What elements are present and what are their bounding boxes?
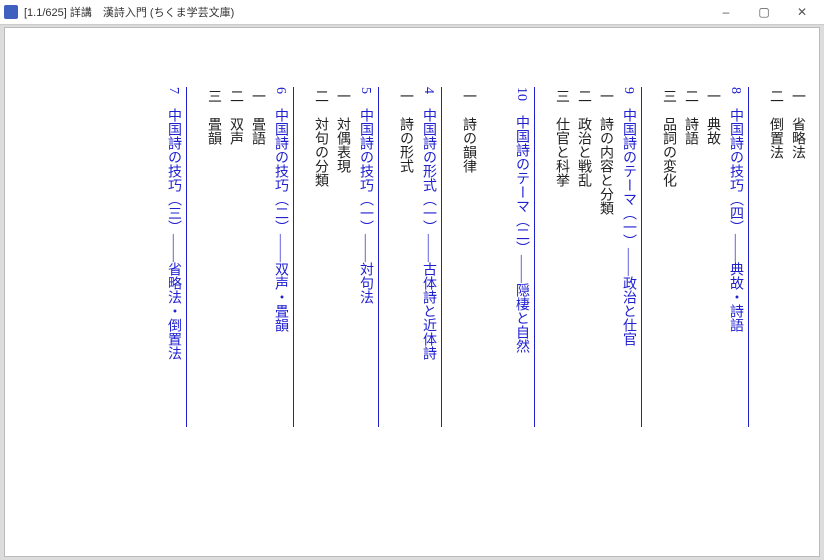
section-number: 7 xyxy=(162,87,184,94)
list-item: 一 省略法 xyxy=(786,87,808,427)
item-label: 詩の形式 xyxy=(398,117,413,173)
close-button[interactable]: ✕ xyxy=(784,2,820,22)
section-heading-6[interactable]: 6 中国詩の技巧（二）――双声・畳韻 xyxy=(269,87,294,427)
window-titlebar: [1.1/625] 詳講 漢詩入門 (ちくま学芸文庫) – ▢ ✕ xyxy=(0,0,824,25)
list-item: 二 政治と戦乱 xyxy=(572,87,594,427)
section-title: 中国詩の技巧（二）――双声・畳韻 xyxy=(273,108,288,332)
list-item: 三 畳韻 xyxy=(202,87,224,427)
list-item: 三 品詞の変化 xyxy=(657,87,679,427)
section-heading-4[interactable]: 4 中国詩の形式（一）――古体詩と近体詩 xyxy=(417,87,442,427)
item-label: 政治と戦乱 xyxy=(576,117,591,187)
section-number: 9 xyxy=(617,87,639,94)
item-number: 二 xyxy=(764,87,786,103)
list-item: 二 詩語 xyxy=(679,87,701,427)
section-heading-8[interactable]: 8 中国詩の技巧（四）――典故・詩語 xyxy=(724,87,749,427)
section-title: 中国詩の技巧（三）――省略法・倒置法 xyxy=(166,108,181,360)
item-number: 二 xyxy=(224,87,246,103)
section-heading-9[interactable]: 9 中国詩のテーマ（一）――政治と仕官 xyxy=(617,87,642,427)
section-title: 中国詩のテーマ（二）――隠棲と自然 xyxy=(514,115,529,353)
list-item: 一 詩の内容と分類 xyxy=(594,87,616,427)
item-number: 一 xyxy=(394,87,416,103)
item-number: 二 xyxy=(572,87,594,103)
item-label: 仕官と科挙 xyxy=(554,117,569,187)
item-label: 詩の内容と分類 xyxy=(598,117,613,215)
list-item: 二 双声 xyxy=(224,87,246,427)
item-label: 畳語 xyxy=(250,117,265,145)
list-item: 一 典故 xyxy=(701,87,723,427)
document-page: 一 省略法 二 倒置法 8 中国詩の技巧（四）――典故・詩語 一 典故 二 詩語… xyxy=(4,27,820,557)
item-number: 二 xyxy=(679,87,701,103)
section-number: 8 xyxy=(724,87,746,94)
item-number: 一 xyxy=(786,87,808,103)
item-label: 双声 xyxy=(228,117,243,145)
section-number: 10 xyxy=(510,87,532,101)
item-label: 対句の分類 xyxy=(313,117,328,187)
item-label: 省略法 xyxy=(790,117,805,159)
section-heading-10[interactable]: 10 中国詩のテーマ（二）――隠棲と自然 xyxy=(510,87,535,427)
section-heading-5[interactable]: 5 中国詩の技巧（一）――対句法 xyxy=(354,87,379,427)
item-number: 一 xyxy=(331,87,353,103)
item-number: 三 xyxy=(202,87,224,103)
list-item: 三 仕官と科挙 xyxy=(550,87,572,427)
section-number: 6 xyxy=(269,87,291,94)
window-controls: – ▢ ✕ xyxy=(708,2,820,22)
list-item: 二 対句の分類 xyxy=(309,87,331,427)
list-item: 一 対偶表現 xyxy=(331,87,353,427)
section-title: 中国詩の技巧（四）――典故・詩語 xyxy=(728,108,743,332)
item-label: 倒置法 xyxy=(768,117,783,159)
item-label: 品詞の変化 xyxy=(661,117,676,187)
section-title: 中国詩の形式（一）――古体詩と近体詩 xyxy=(421,108,436,360)
section-number: 5 xyxy=(354,87,376,94)
item-label: 詩の韻律 xyxy=(461,117,476,173)
window-title: [1.1/625] 詳講 漢詩入門 (ちくま学芸文庫) xyxy=(24,4,708,20)
item-number: 三 xyxy=(550,87,572,103)
item-number: 一 xyxy=(594,87,616,103)
section-title: 中国詩の技巧（一）――対句法 xyxy=(358,108,373,304)
section-number: 4 xyxy=(417,87,439,94)
list-item: 一 畳語 xyxy=(246,87,268,427)
list-item: 一 詩の形式 xyxy=(394,87,416,427)
item-label: 対偶表現 xyxy=(335,117,350,173)
item-label: 典故 xyxy=(705,117,720,145)
item-label: 詩語 xyxy=(683,117,698,145)
item-number: 一 xyxy=(246,87,268,103)
item-label: 畳韻 xyxy=(206,117,221,145)
section-heading-7[interactable]: 7 中国詩の技巧（三）――省略法・倒置法 xyxy=(162,87,187,427)
minimize-button[interactable]: – xyxy=(708,2,744,22)
item-number: 二 xyxy=(309,87,331,103)
maximize-button[interactable]: ▢ xyxy=(746,2,782,22)
list-item: 一 詩の韻律 xyxy=(457,87,479,427)
app-icon xyxy=(4,5,18,19)
section-title: 中国詩のテーマ（一）――政治と仕官 xyxy=(621,108,636,346)
item-number: 三 xyxy=(657,87,679,103)
item-number: 一 xyxy=(457,87,479,103)
list-item: 二 倒置法 xyxy=(764,87,786,427)
item-number: 一 xyxy=(701,87,723,103)
